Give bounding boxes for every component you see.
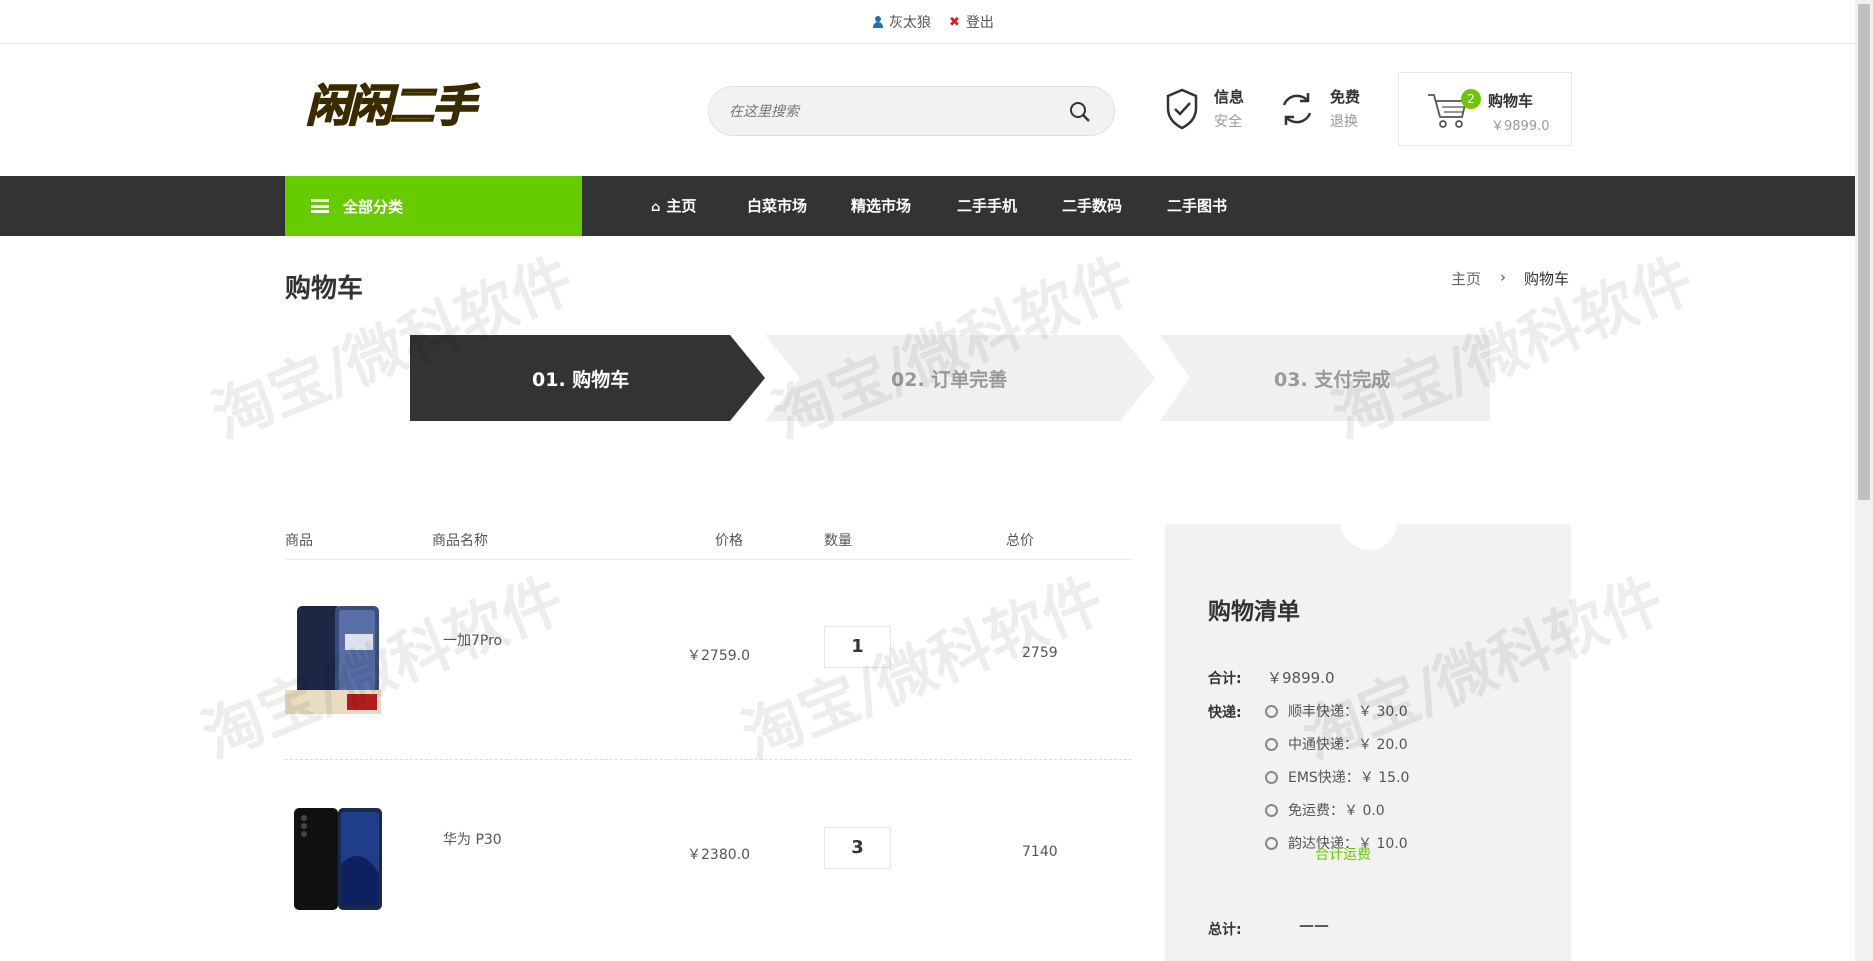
order-summary: 购物清单 合计: ￥9899.0 快递: 顺丰快递：￥ 30.0 中通快递：￥ … (1165, 494, 1571, 961)
watermark: 淘宝/微科软件 (732, 564, 1114, 773)
logout-link[interactable]: ✖ 登出 (949, 12, 994, 32)
radio-icon[interactable] (1265, 737, 1278, 751)
nav-item-selected-market[interactable]: 精选市场 (851, 176, 911, 236)
refresh-icon (1282, 92, 1312, 125)
search-icon[interactable] (1068, 100, 1092, 124)
chevron-right-icon: › (1500, 268, 1506, 286)
page-title: 购物车 (285, 274, 364, 304)
shipping-label: 快递: (1208, 705, 1242, 721)
breadcrumb-home[interactable]: 主页 (1451, 268, 1481, 289)
search-bar (708, 86, 1115, 136)
product-image[interactable] (285, 604, 381, 714)
feature-sub: 安全 (1214, 114, 1242, 130)
radio-icon[interactable] (1265, 836, 1278, 850)
shipping-option-free[interactable]: 免运费：￥ 0.0 (1265, 800, 1385, 820)
shipping-total-label: 合计运费 (1315, 847, 1371, 863)
user-link[interactable]: 灰太狼 (873, 12, 931, 32)
feature-sub: 退换 (1330, 114, 1358, 130)
product-name[interactable]: 一加7Pro (443, 630, 502, 650)
notch-decoration (1341, 494, 1397, 550)
header-divider (285, 559, 1132, 560)
nav-item-label: 主页 (666, 197, 697, 215)
quantity-input[interactable]: 3 (824, 827, 891, 869)
radio-icon[interactable] (1265, 704, 1278, 718)
nav-item-home[interactable]: ⌂ 主页 (651, 176, 696, 236)
all-categories-label: 全部分类 (343, 197, 404, 216)
nav-item-digital[interactable]: 二手数码 (1062, 176, 1122, 236)
shipping-option-zto[interactable]: 中通快递：￥ 20.0 (1265, 734, 1408, 754)
shipping-option-label: EMS快递：￥ 15.0 (1288, 770, 1410, 786)
step-1: 01. 购物车 (532, 369, 630, 391)
radio-icon[interactable] (1265, 803, 1278, 817)
subtotal-value: ￥9899.0 (1267, 669, 1335, 687)
col-header-product: 商品 (285, 533, 313, 549)
product-total: 7140 (1022, 844, 1058, 860)
table-row (285, 604, 381, 718)
shipping-option-label: 顺丰快递：￥ 30.0 (1288, 704, 1408, 720)
cart-label: 购物车 (1488, 92, 1534, 110)
shipping-option-label: 免运费：￥ 0.0 (1288, 803, 1385, 819)
row-divider (285, 759, 1132, 760)
user-icon (873, 16, 883, 28)
search-input[interactable] (729, 99, 1049, 125)
col-header-qty: 数量 (824, 533, 852, 549)
nav-item-phones[interactable]: 二手手机 (957, 176, 1017, 236)
main-nav (0, 176, 1855, 236)
logo-text: 闲闲二手 (305, 80, 477, 133)
feature-title: 信息 (1214, 88, 1245, 106)
radio-icon[interactable] (1265, 770, 1278, 784)
shipping-option-label: 中通快递：￥ 20.0 (1288, 737, 1408, 753)
quantity-input[interactable]: 1 (824, 626, 891, 668)
top-bar: 灰太狼 ✖ 登出 (0, 0, 1855, 44)
summary-title: 购物清单 (1208, 599, 1300, 625)
product-price: ￥2380.0 (687, 847, 750, 863)
col-header-price: 价格 (715, 533, 743, 549)
product-price: ￥2759.0 (687, 648, 750, 664)
shield-check-icon (1166, 88, 1198, 129)
subtotal-label: 合计: (1208, 671, 1242, 687)
nav-item-cabbage-market[interactable]: 白菜市场 (747, 176, 807, 236)
checkout-steps: 01. 购物车 02. 订单完善 03. 支付完成 (410, 335, 1490, 421)
close-icon: ✖ (949, 14, 960, 30)
breadcrumb-current: 购物车 (1524, 270, 1570, 288)
grand-total-value: —— (1299, 916, 1329, 934)
product-total: 2759 (1022, 645, 1058, 661)
username: 灰太狼 (889, 15, 931, 31)
shipping-option-ems[interactable]: EMS快递：￥ 15.0 (1265, 767, 1409, 787)
step-3: 03. 支付完成 (1274, 369, 1391, 391)
nav-item-books[interactable]: 二手图书 (1167, 176, 1227, 236)
feature-security: 信息 安全 (1164, 86, 1244, 131)
scrollbar-thumb[interactable] (1858, 4, 1870, 500)
col-header-total: 总价 (1006, 533, 1034, 549)
feature-title: 免费 (1330, 88, 1361, 106)
product-image[interactable] (292, 804, 388, 914)
feature-return: 免费 退换 (1278, 86, 1360, 131)
menu-icon (311, 199, 329, 213)
cart-total: ￥9899.0 (1491, 119, 1550, 134)
product-name[interactable]: 华为 P30 (443, 829, 502, 849)
cart-count-badge: 2 (1461, 89, 1481, 109)
table-row (292, 804, 388, 918)
mini-cart[interactable]: 2 购物车 ￥9899.0 (1398, 72, 1572, 146)
home-icon: ⌂ (651, 200, 661, 215)
col-header-name: 商品名称 (432, 533, 488, 549)
all-categories-button[interactable]: 全部分类 (285, 176, 582, 236)
grand-total-label: 总计: (1208, 922, 1242, 938)
step-2: 02. 订单完善 (891, 369, 1008, 391)
logout-label: 登出 (965, 15, 994, 31)
shipping-option-sf[interactable]: 顺丰快递：￥ 30.0 (1265, 701, 1408, 721)
site-logo[interactable]: 闲闲二手 (305, 70, 477, 133)
